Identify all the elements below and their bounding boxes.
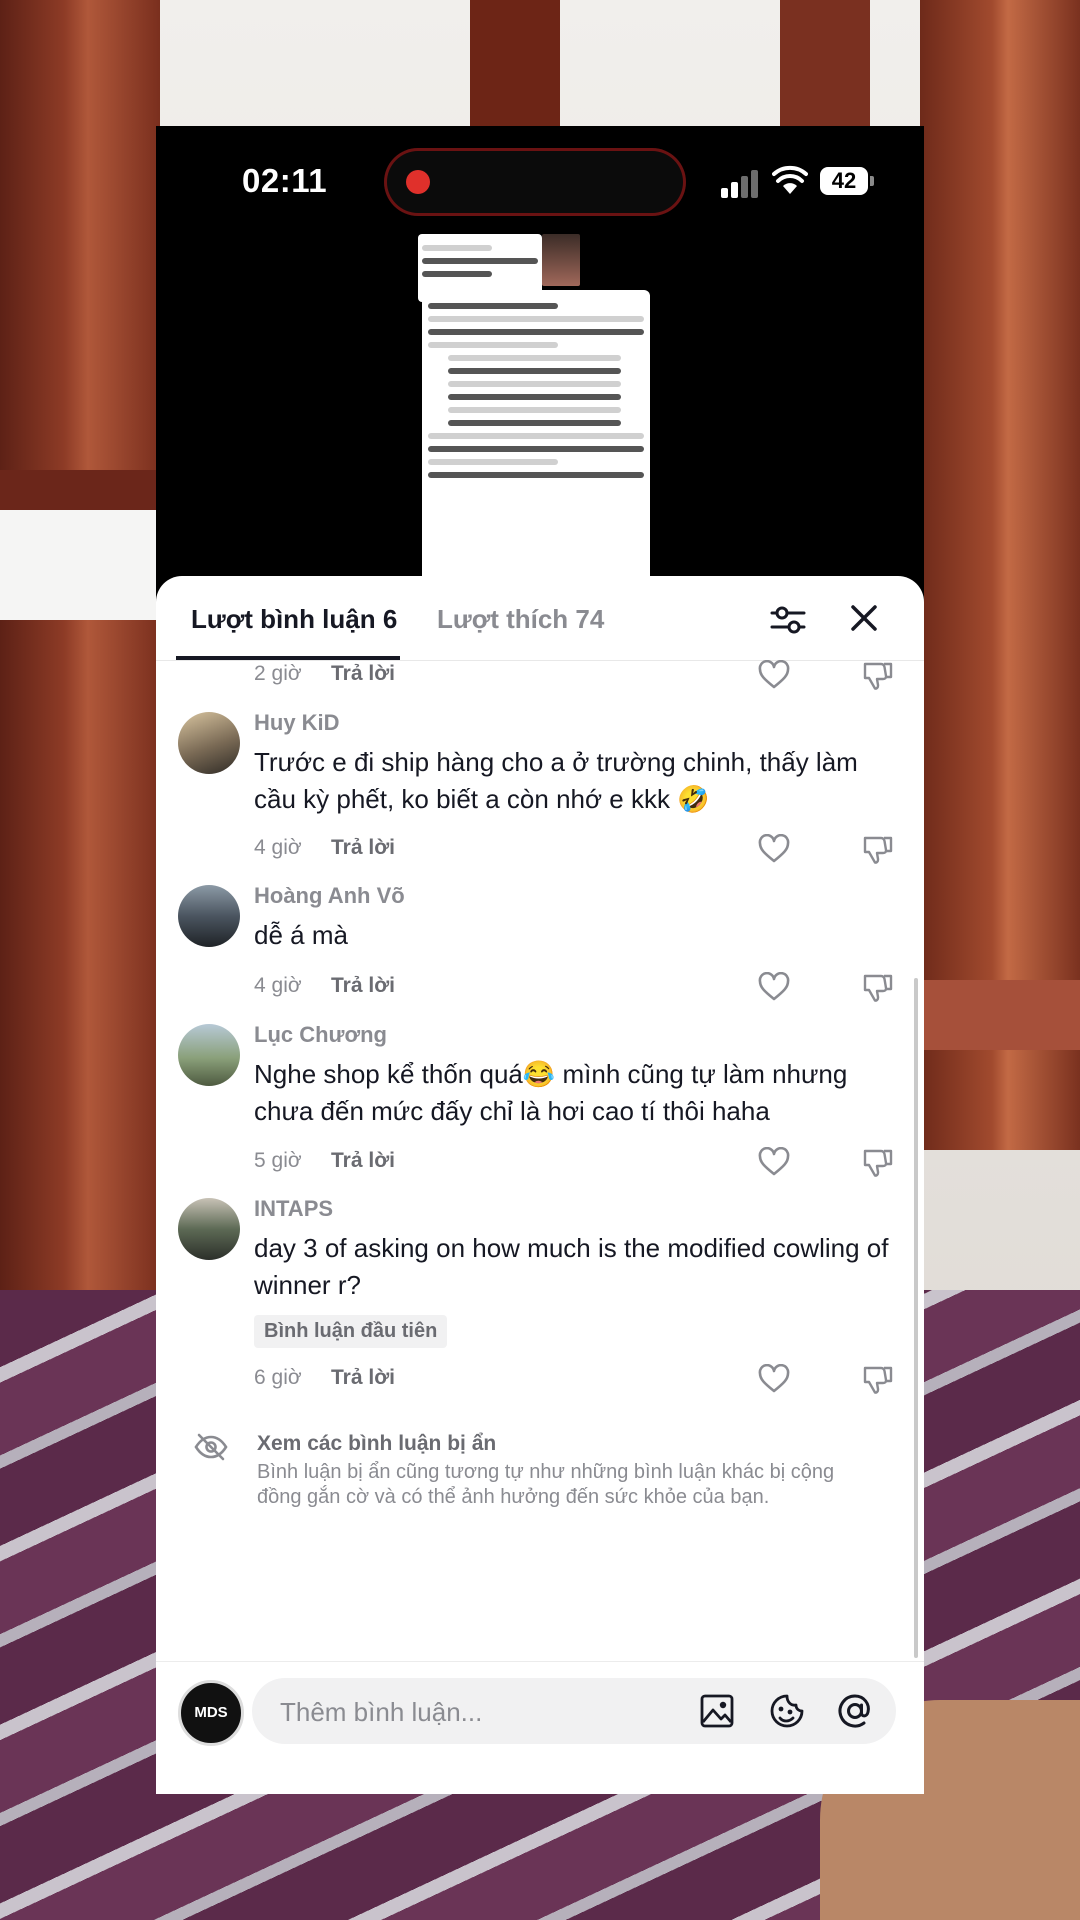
commenter-name[interactable]: Huy KiD <box>254 710 340 736</box>
thumbs-down-icon[interactable] <box>862 1364 894 1396</box>
commenter-avatar[interactable] <box>178 1198 240 1260</box>
eye-off-icon <box>194 1433 228 1461</box>
creator-avatar-thumbnail <box>542 234 580 286</box>
filter-icon[interactable] <box>770 602 806 638</box>
comment-text: Nghe shop kể thốn quá😂 mình cũng tự làm … <box>254 1059 848 1126</box>
thumbnail-comment-panel <box>422 290 650 580</box>
commenter-name[interactable]: Lục Chương <box>254 1022 387 1048</box>
tab-likes[interactable]: Lượt thích 74 <box>437 604 604 635</box>
first-comment-badge: Bình luận đầu tiên <box>254 1315 448 1348</box>
comment-time: 4 giờ <box>254 836 302 859</box>
close-icon[interactable] <box>848 602 880 634</box>
battery-nub <box>870 176 874 186</box>
battery-indicator: 42 <box>820 167 868 195</box>
hidden-comments-section[interactable]: Xem các bình luận bị ẩn Bình luận bị ẩn … <box>156 1428 924 1548</box>
scrollbar[interactable] <box>914 978 918 1658</box>
status-bar: 02:11 42 <box>156 126 924 236</box>
reply-button[interactable]: Trả lời <box>331 836 395 860</box>
thumbs-down-icon[interactable] <box>862 834 894 866</box>
reply-button[interactable]: Trả lời <box>331 662 395 686</box>
at-icon[interactable] <box>836 1692 874 1730</box>
commenter-name[interactable]: Hoàng Anh Võ <box>254 883 405 909</box>
video-thumbnail[interactable] <box>418 234 650 580</box>
phone-screen: 02:11 42 Lượt bình luận 6 Lượt thích 74 … <box>156 126 924 1794</box>
thumbs-down-icon[interactable] <box>862 972 894 1004</box>
commenter-avatar[interactable] <box>178 885 240 947</box>
comment-text: dễ á mà <box>254 920 348 950</box>
heart-icon[interactable] <box>758 1364 790 1394</box>
recording-indicator-icon <box>406 170 430 194</box>
comment-time: 2 giờ <box>254 662 302 685</box>
comment-meta: 2 giờ Trả lời <box>254 660 894 692</box>
heart-icon[interactable] <box>758 1147 790 1177</box>
comment-text: day 3 of asking on how much is the modif… <box>254 1233 889 1300</box>
emoji-icon[interactable] <box>768 1692 806 1730</box>
wifi-icon <box>772 165 808 194</box>
comment-meta: 4 giờ Trả lời <box>254 972 894 1004</box>
status-time: 02:11 <box>242 162 328 199</box>
thumbs-down-icon[interactable] <box>862 1147 894 1179</box>
commenter-avatar[interactable] <box>178 1024 240 1086</box>
commenter-name[interactable]: INTAPS <box>254 1196 333 1222</box>
dynamic-island <box>384 148 686 216</box>
reply-button[interactable]: Trả lời <box>331 974 395 998</box>
comment-input-container <box>252 1678 896 1746</box>
comment-text: Trước e đi ship hàng cho a ở trường chin… <box>254 747 858 814</box>
comment-meta: 6 giờ Trả lời <box>254 1364 894 1396</box>
comment-time: 5 giờ <box>254 1149 302 1172</box>
reply-button[interactable]: Trả lời <box>331 1149 395 1173</box>
cellular-signal-icon <box>721 168 763 198</box>
thumbs-down-icon[interactable] <box>862 660 894 692</box>
my-avatar[interactable]: MDS <box>178 1680 244 1746</box>
comments-tabs: Lượt bình luận 6 Lượt thích 74 <box>156 576 924 661</box>
comment-time: 6 giờ <box>254 1366 302 1389</box>
comment-time: 4 giờ <box>254 974 302 997</box>
comments-sheet: Lượt bình luận 6 Lượt thích 74 2 giờ Trả… <box>156 576 924 1794</box>
heart-icon[interactable] <box>758 834 790 864</box>
reply-button[interactable]: Trả lời <box>331 1366 395 1390</box>
comment-composer: MDS <box>156 1661 924 1794</box>
comment-list[interactable]: 2 giờ Trả lời Huy KiD Trước e đi ship hà… <box>156 660 924 1660</box>
comment-meta: 5 giờ Trả lời <box>254 1147 894 1179</box>
heart-icon[interactable] <box>758 972 790 1002</box>
image-icon[interactable] <box>700 1694 734 1728</box>
heart-icon[interactable] <box>758 660 790 690</box>
commenter-avatar[interactable] <box>178 712 240 774</box>
comment-meta: 4 giờ Trả lời <box>254 834 894 866</box>
comment-input[interactable] <box>278 1678 682 1746</box>
hidden-comments-title[interactable]: Xem các bình luận bị ẩn <box>257 1432 496 1456</box>
tab-comments[interactable]: Lượt bình luận 6 <box>191 604 397 635</box>
hidden-comments-description: Bình luận bị ẩn cũng tương tự như những … <box>257 1461 835 1508</box>
